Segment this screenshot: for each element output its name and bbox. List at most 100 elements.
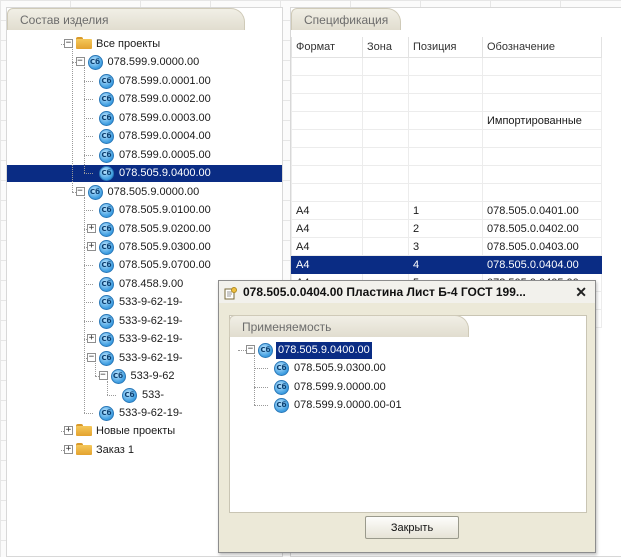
table-row[interactable] [291,93,602,112]
table-cell [362,255,409,274]
collapse-icon[interactable]: − [246,345,255,354]
assembly-icon: Сб [99,92,114,108]
column-designation[interactable]: Обозначение [482,37,602,58]
applicability-node[interactable]: Сб 078.505.9.0300.00 [230,360,586,377]
assembly-icon: Сб [99,73,114,89]
table-row[interactable] [291,183,602,202]
tree-node-label: 078.505.9.0700.00 [119,259,211,272]
expand-icon[interactable]: + [64,444,73,454]
tree-node[interactable]: − Все проекты [7,36,282,53]
applicability-node-label: 078.505.9.0400.00 [276,342,372,359]
table-row[interactable] [291,165,602,184]
tree-node-label: 078.458.9.00 [119,277,184,290]
collapse-icon[interactable]: − [98,371,108,381]
applicability-node[interactable]: Сб 078.599.9.0000.00-01 [230,397,586,414]
tree-node-label: 078.505.9.0000.00 [107,185,200,198]
tree-guide [106,381,108,395]
tree-node[interactable]: + Сб 078.505.9.0300.00 [7,239,282,256]
table-cell: 078.505.0.0403.00 [482,237,602,256]
table-cell [408,165,483,184]
tree-connector [106,394,116,396]
collapse-icon[interactable]: − [75,57,85,67]
applicability-dialog: 078.505.0.0404.00 Пластина Лист Б-4 ГОСТ… [218,280,596,553]
table-cell: 078.505.0.0404.00 [482,255,602,274]
table-cell: 1 [408,201,483,220]
tree-node[interactable]: Сб 078.599.0.0002.00 [7,91,282,108]
expand-icon[interactable]: + [87,334,96,344]
table-cell [291,129,363,148]
table-cell [408,57,483,76]
table-row[interactable] [291,57,602,76]
applicability-node-label: 078.505.9.0300.00 [294,362,386,375]
expand-icon[interactable]: + [87,241,96,251]
tree-node[interactable]: Сб 078.599.0.0005.00 [7,147,282,164]
tree-node-label: 078.599.0.0001.00 [119,74,211,87]
tree-node[interactable]: Сб 078.599.0.0004.00 [7,128,282,145]
tree-node-label: 078.599.0.0005.00 [119,148,211,161]
assembly-icon: Сб [99,221,114,237]
specification-header-row: Формат Зона Позиция Обозначение [291,37,602,58]
table-row[interactable]: A4 2 078.505.0.0402.00 [291,219,602,238]
collapse-icon[interactable]: − [75,186,85,196]
dialog-title-bar[interactable]: 078.505.0.0404.00 Пластина Лист Б-4 ГОСТ… [219,281,595,303]
applicability-node[interactable]: Сб 078.599.9.0000.00 [230,379,586,396]
collapse-icon[interactable]: − [87,352,96,362]
column-format[interactable]: Формат [291,37,363,58]
tree-node[interactable]: Сб 078.505.9.0400.00 [7,165,282,183]
assembly-icon: Сб [99,258,114,274]
assembly-icon: Сб [99,129,114,145]
tree-connector [254,386,268,388]
close-button[interactable]: Закрыть [365,516,459,539]
assembly-icon: Сб [258,343,273,358]
tree-node[interactable]: + Сб 078.505.9.0200.00 [7,221,282,238]
table-row[interactable]: A4 1 078.505.0.0401.00 [291,201,602,220]
tree-node[interactable]: − Сб 078.599.9.0000.00 [7,54,282,71]
applicability-tree[interactable]: − Сб 078.505.9.0400.00 Сб 078.505.9.0300.00 С… [230,340,586,512]
table-cell [408,147,483,166]
table-cell [291,75,363,94]
table-row[interactable]: Импортированные [291,111,602,130]
table-cell [482,165,602,184]
assembly-icon: Сб [99,295,114,311]
table-cell [291,93,363,112]
tree-node-label: 533-9-62-19- [119,296,183,309]
tree-connector [83,210,93,212]
assembly-icon: Сб [87,55,103,71]
tree-node[interactable]: Сб 078.599.0.0001.00 [7,73,282,90]
tree-node-label: 078.505.9.0400.00 [117,165,213,183]
close-icon[interactable]: ✕ [575,281,587,303]
table-cell: 078.505.0.0402.00 [482,219,602,238]
tree-node-label: Новые проекты [96,425,176,438]
assembly-icon: Сб [99,147,114,163]
tree-node[interactable]: Сб 078.505.9.0100.00 [7,202,282,219]
table-row[interactable] [291,147,602,166]
collapse-icon[interactable]: − [64,39,73,48]
table-row[interactable]: A4 4 078.505.0.0404.00 [291,255,602,274]
expand-icon[interactable]: + [87,223,96,233]
tree-node[interactable]: Сб 078.599.0.0003.00 [7,110,282,127]
tree-node-label: 078.599.0.0004.00 [119,130,211,143]
table-cell [291,165,363,184]
expand-icon[interactable]: + [64,426,73,436]
applicability-node[interactable]: − Сб 078.505.9.0400.00 [230,342,586,359]
table-cell [482,57,602,76]
column-zone[interactable]: Зона [362,37,409,58]
assembly-icon: Сб [99,332,114,348]
folder-icon [76,442,92,455]
table-cell: Импортированные [482,111,602,130]
assembly-icon: Сб [87,184,103,200]
table-cell [291,183,363,202]
table-row[interactable] [291,75,602,94]
applicability-header: Применяемость [229,315,469,337]
tree-node-label: Заказ 1 [96,443,135,456]
table-cell [362,93,409,112]
table-row[interactable] [291,129,602,148]
table-row[interactable]: A4 3 078.505.0.0403.00 [291,237,602,256]
column-position[interactable]: Позиция [408,37,483,58]
tree-node-label: 078.599.0.0002.00 [119,93,211,106]
table-cell: A4 [291,219,363,238]
tree-node[interactable]: − Сб 078.505.9.0000.00 [7,184,282,201]
tree-node-label: 533-9-62-19- [119,351,183,364]
tree-node-label: 078.599.9.0000.00 [107,56,200,69]
tree-node[interactable]: Сб 078.505.9.0700.00 [7,257,282,274]
